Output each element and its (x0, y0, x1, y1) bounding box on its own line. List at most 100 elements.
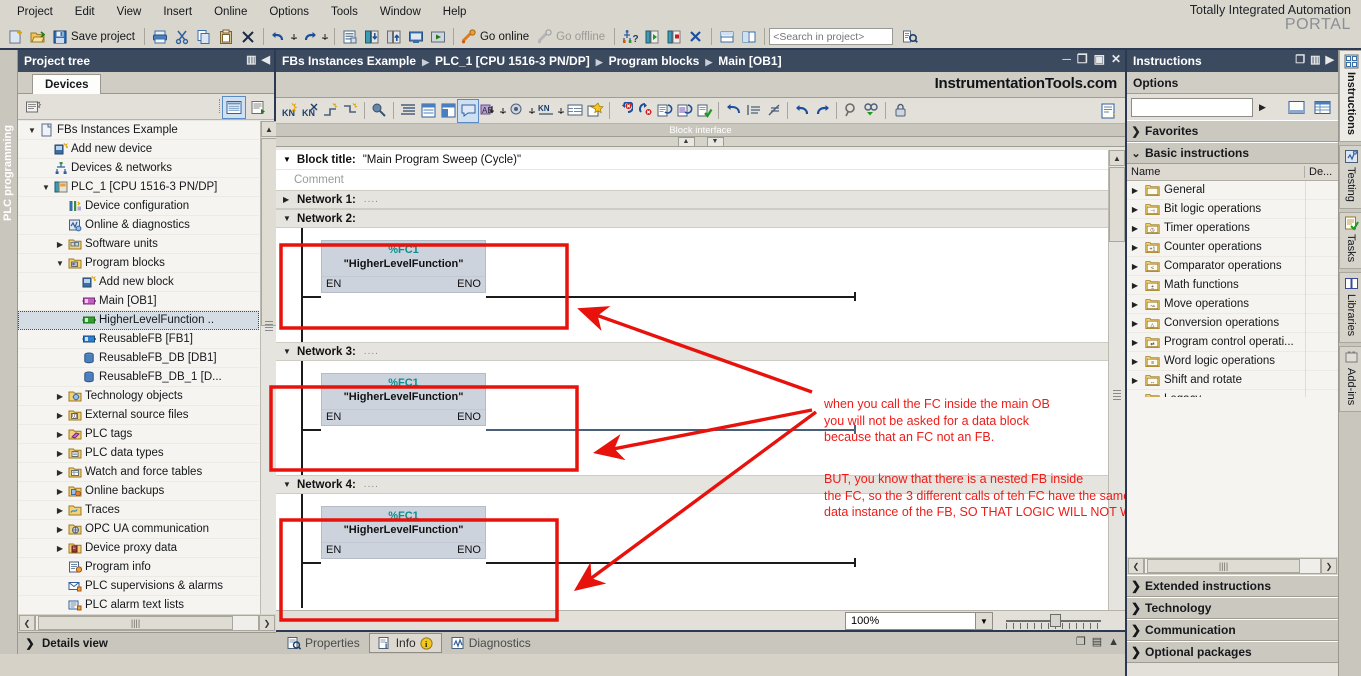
twisty-right-icon[interactable]: ▶ (1127, 186, 1143, 195)
section-technology[interactable]: ❯ Technology (1127, 597, 1338, 619)
operands-dropdown-icon[interactable] (498, 100, 507, 122)
network-header-2[interactable]: ▼ Network 2: (276, 209, 1108, 228)
columns-icon[interactable]: ▥ (246, 53, 256, 66)
chevron-down-icon[interactable]: ⌄ (1127, 147, 1145, 160)
maximize-icon[interactable]: ▣ (1094, 52, 1105, 66)
tree-item-higherlevelfunction[interactable]: HigherLevelFunction .. (18, 311, 259, 330)
interface-scroll-up-icon[interactable]: ▲ (677, 136, 695, 147)
right-tab-tasks[interactable]: Tasks (1339, 211, 1361, 269)
tree-item-reusablefb-db-db1[interactable]: ReusableFB_DB [DB1] (18, 349, 259, 368)
twisty-right-icon[interactable]: ▶ (1127, 205, 1143, 214)
section-extended-instructions[interactable]: ❯ Extended instructions (1127, 575, 1338, 597)
twisty-right-icon[interactable]: ▶ (54, 449, 66, 458)
bookmark-lines-icon[interactable] (763, 100, 783, 122)
block-interface-handle[interactable]: ▲ ▼ (276, 136, 1125, 147)
twisty-right-icon[interactable]: ▶ (1127, 319, 1143, 328)
undo-editor-icon[interactable] (792, 100, 812, 122)
zoom-slider-thumb[interactable] (1050, 614, 1061, 627)
absolute-operands-icon[interactable]: AB (478, 100, 498, 122)
instruction-group-counter-operations[interactable]: ▶ +1 Counter operations (1127, 238, 1338, 257)
breadcrumb-item[interactable]: Program blocks (609, 54, 700, 68)
go-to-error-icon[interactable] (614, 100, 634, 122)
chevron-right-icon[interactable]: ❯ (1127, 125, 1145, 138)
tree-item-software-units[interactable]: ▶ Software units (18, 235, 259, 254)
accessible-devices-icon[interactable]: ? (619, 26, 641, 47)
section-basic-instructions[interactable]: ⌄ Basic instructions (1127, 142, 1338, 164)
network-header-3[interactable]: ▼ Network 3: .... (276, 342, 1108, 361)
cut-icon[interactable] (171, 26, 193, 47)
delete-network-icon[interactable]: KN (300, 100, 320, 122)
tree-item-reusablefb-fb1[interactable]: ReusableFB [FB1] (18, 330, 259, 349)
chevron-right-icon[interactable]: ❯ (1127, 579, 1145, 593)
block-title-value[interactable]: "Main Program Sweep (Cycle)" (363, 154, 521, 166)
tab-diagnostics[interactable]: Diagnostics (442, 633, 540, 653)
twisty-right-icon[interactable]: ▶ (1127, 338, 1143, 347)
monitor-on-icon[interactable] (861, 100, 881, 122)
twisty-right-icon[interactable]: ▶ (54, 525, 66, 534)
twisty-right-icon[interactable]: ▶ (1127, 357, 1143, 366)
menu-insert[interactable]: Insert (152, 4, 203, 20)
split-horizontal-icon[interactable] (716, 26, 738, 47)
tree-item-plc-alarm-text-lists[interactable]: PLC alarm text lists (18, 596, 259, 615)
editor-scroll-thumb[interactable] (1109, 167, 1125, 242)
upload-from-device-icon[interactable] (383, 26, 405, 47)
search-next-icon[interactable] (899, 26, 921, 47)
insert-network-icon[interactable]: KN (280, 100, 300, 122)
go-online-label[interactable]: Go online (480, 31, 534, 43)
tree-item-devices-networks[interactable]: Devices & networks (18, 159, 259, 178)
simulation-icon[interactable] (405, 26, 427, 47)
network-header-1[interactable]: ▶ Network 1: .... (276, 190, 1108, 209)
tree-item-device-proxy-data[interactable]: ▶ Device proxy data (18, 539, 259, 558)
instruction-group-bit-logic-operations[interactable]: ▶ ⊣ Bit logic operations (1127, 200, 1338, 219)
monitor-off-icon[interactable] (841, 100, 861, 122)
instructions-horizontal-scrollbar[interactable]: ❮ |||| ❯ (1127, 557, 1338, 575)
instruction-group-comparator-operations[interactable]: ▶ < Comparator operations (1127, 257, 1338, 276)
tree-item-online-diagnostics[interactable]: Online & diagnostics (18, 216, 259, 235)
redo-editor-icon[interactable] (812, 100, 832, 122)
instructions-scroll-right-button[interactable]: ❯ (1321, 558, 1337, 574)
right-tab-instructions[interactable]: Instructions (1339, 50, 1361, 142)
section-favorites[interactable]: ❯ Favorites (1127, 120, 1338, 142)
chevron-down-icon[interactable]: ▼ (975, 613, 992, 629)
align-list-icon[interactable] (743, 100, 763, 122)
instructions-scroll-left-button[interactable]: ❮ (1128, 558, 1144, 574)
undo-dropdown-icon[interactable] (290, 26, 299, 47)
go-to-prev-error-icon[interactable] (634, 100, 654, 122)
save-icon[interactable] (49, 26, 71, 47)
table-view-icon[interactable] (1311, 97, 1333, 118)
detail-view-icon[interactable] (248, 97, 270, 118)
instruction-group-legacy[interactable]: ▶ETCLegacy (1127, 390, 1338, 397)
menu-view[interactable]: View (106, 4, 153, 20)
editor-scroll-up-button[interactable]: ▲ (1109, 150, 1125, 166)
block-layout-icon[interactable] (565, 100, 585, 122)
single-view-icon[interactable] (1285, 97, 1307, 118)
column-description[interactable]: De... (1305, 166, 1332, 178)
breadcrumb-item[interactable]: PLC_1 [CPU 1516-3 PN/DP] (435, 54, 590, 68)
columns-icon[interactable]: ▥ (1310, 53, 1320, 66)
twisty-right-icon[interactable]: ▶ (54, 468, 66, 477)
collapse-right-icon[interactable]: ▶ (1326, 53, 1334, 66)
twisty-right-icon[interactable]: ▶ (54, 544, 66, 553)
instruction-group-program-control-operati[interactable]: ▶ ⇄ Program control operati... (1127, 333, 1338, 352)
fc-call-box-2[interactable]: %FC1 "HigherLevelFunction" EN ENO (321, 240, 486, 293)
instruction-group-math-functions[interactable]: ▶ ± Math functions (1127, 276, 1338, 295)
network-dropdown-icon[interactable] (556, 100, 565, 122)
instruction-group-general[interactable]: ▶ General (1127, 181, 1338, 200)
twisty-right-icon[interactable]: ▶ (1127, 243, 1143, 252)
tree-item-traces[interactable]: ▶ Traces (18, 501, 259, 520)
menu-tools[interactable]: Tools (320, 4, 369, 20)
block-protection-icon[interactable] (890, 100, 910, 122)
float-icon[interactable]: ❐ (1295, 53, 1305, 66)
twisty-right-icon[interactable]: ▶ (1127, 281, 1143, 290)
monitor-icon[interactable] (507, 100, 527, 122)
instruction-group-move-operations[interactable]: ▶ ↝ Move operations (1127, 295, 1338, 314)
right-tab-libraries[interactable]: Libraries (1339, 271, 1361, 344)
restore-icon[interactable]: ❐ (1077, 52, 1088, 66)
column-name[interactable]: Name (1127, 166, 1305, 178)
stop-cpu-icon[interactable] (663, 26, 685, 47)
print-icon[interactable] (149, 26, 171, 47)
project-tree-horizontal-scrollbar[interactable]: ❮ |||| ❯ (18, 614, 276, 632)
scroll-up-button[interactable]: ▲ (261, 121, 276, 137)
block-comment-field[interactable]: Comment (276, 170, 1108, 190)
list-view-icon[interactable] (222, 96, 246, 119)
